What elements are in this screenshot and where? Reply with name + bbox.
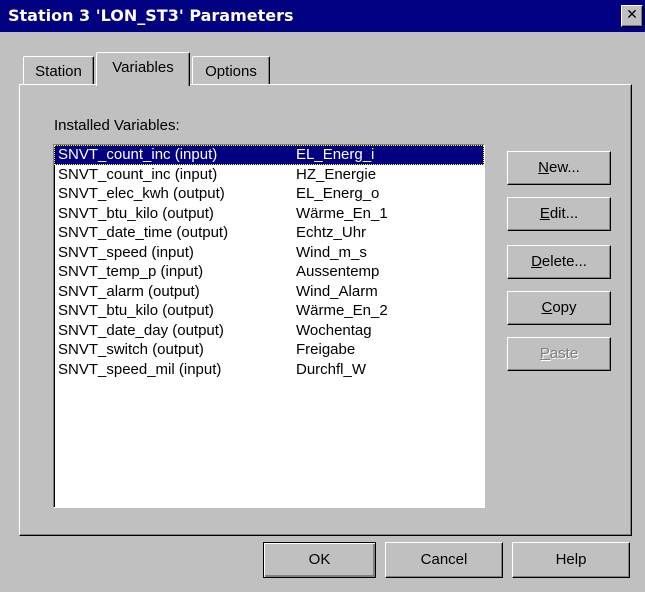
list-item[interactable]: SNVT_count_inc (input) HZ_Energie [54,165,484,185]
installed-variables-label: Installed Variables: [54,117,180,134]
edit-button[interactable]: Edit... [507,197,611,231]
cancel-button[interactable]: Cancel [385,542,503,578]
parameters-dialog: Station 3 'LON_ST3' Parameters ✕ Station… [0,0,645,592]
tab-station[interactable]: Station [23,56,94,86]
list-item[interactable]: SNVT_speed_mil (input) Durchfl_W [54,360,484,380]
list-item[interactable]: SNVT_count_inc (input) EL_Energ_i [54,145,484,165]
title-bar: Station 3 'LON_ST3' Parameters ✕ [0,0,645,32]
list-item[interactable]: SNVT_btu_kilo (output) Wärme_En_1 [54,204,484,224]
list-item[interactable]: SNVT_temp_p (input) Aussentemp [54,262,484,282]
paste-button[interactable]: Paste [507,337,611,371]
list-item[interactable]: SNVT_elec_kwh (output) EL_Energ_o [54,184,484,204]
close-icon[interactable]: ✕ [621,5,643,27]
list-item[interactable]: SNVT_date_time (output) Echtz_Uhr [54,223,484,243]
tab-options[interactable]: Options [192,56,270,86]
help-button[interactable]: Help [512,542,630,578]
window-title: Station 3 'LON_ST3' Parameters [8,6,294,25]
ok-button[interactable]: OK [263,542,376,578]
list-item[interactable]: SNVT_switch (output) Freigabe [54,340,484,360]
installed-variables-list[interactable]: SNVT_count_inc (input) EL_Energ_i SNVT_c… [53,144,485,508]
new-button[interactable]: New... [507,151,611,185]
copy-button[interactable]: Copy [507,291,611,325]
list-item[interactable]: SNVT_btu_kilo (output) Wärme_En_2 [54,301,484,321]
delete-button[interactable]: Delete... [507,245,611,279]
list-item[interactable]: SNVT_speed (input) Wind_m_s [54,243,484,263]
list-item[interactable]: SNVT_alarm (output) Wind_Alarm [54,282,484,302]
tab-variables[interactable]: Variables [96,52,190,86]
list-item[interactable]: SNVT_date_day (output) Wochentag [54,321,484,341]
